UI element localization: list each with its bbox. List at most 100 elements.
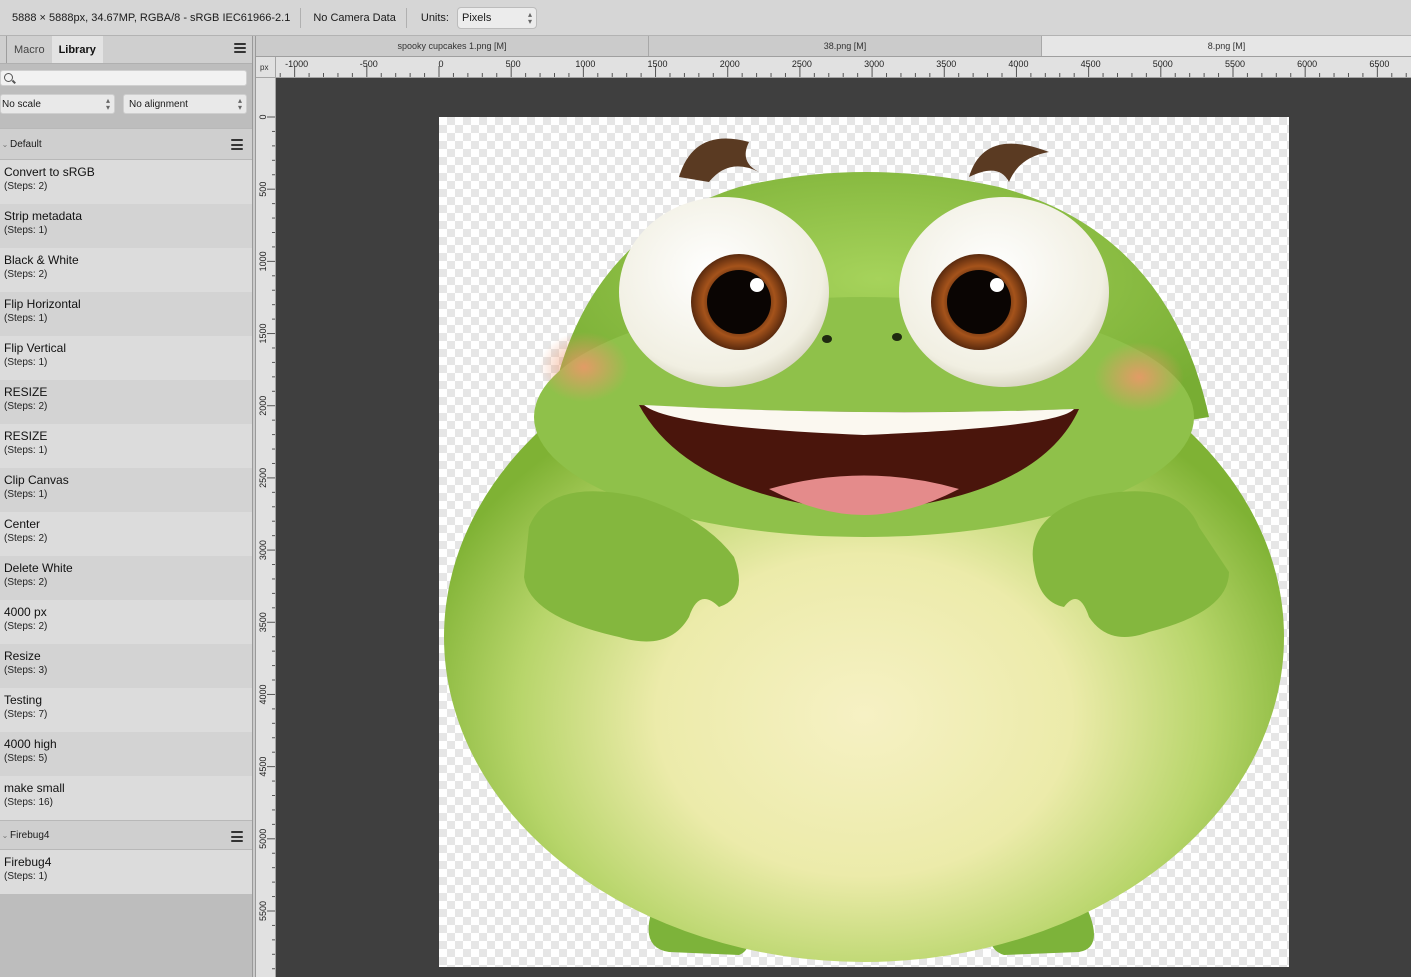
chevron-down-icon[interactable]: ⌄: [0, 831, 10, 840]
ruler-label: 3000: [258, 540, 268, 560]
macro-name: Clip Canvas: [4, 473, 69, 487]
ruler-label: -1000: [285, 59, 308, 69]
ruler-label: 1000: [575, 59, 595, 69]
units-select[interactable]: Pixels ▴ ▾: [457, 6, 537, 29]
macro-item[interactable]: 4000 high (Steps: 5): [0, 732, 252, 776]
ruler-label: 1000: [258, 251, 268, 271]
macro-name: Resize: [4, 649, 41, 663]
macro-item[interactable]: Testing (Steps: 7): [0, 688, 252, 732]
image-canvas[interactable]: [439, 117, 1289, 967]
right-hair-tuft: [969, 143, 1049, 182]
updown-chevron-icon: ▴ ▾: [527, 9, 532, 26]
tab-macro[interactable]: Macro: [7, 36, 52, 63]
macro-name: Flip Vertical: [4, 341, 67, 355]
document-tab[interactable]: 38.png [M]: [649, 36, 1042, 56]
left-hair-tuft: [679, 138, 759, 182]
panel-tab-edge: [0, 36, 7, 63]
macro-item[interactable]: make small (Steps: 16): [0, 776, 252, 820]
ruler-label: 4000: [1008, 59, 1028, 69]
panel-dropdowns: No scale ▴ ▾ No alignment ▴ ▾: [0, 94, 252, 114]
macro-steps: (Steps: 1): [4, 445, 48, 456]
macro-item[interactable]: Black & White (Steps: 2): [0, 248, 252, 292]
left-eye-highlight: [750, 278, 764, 292]
ruler-label: 1500: [648, 59, 668, 69]
ruler-label: 2000: [258, 396, 268, 416]
right-cheek: [1094, 342, 1184, 412]
macro-name: Firebug4: [4, 855, 52, 869]
ruler-unit[interactable]: px: [256, 57, 276, 78]
horizontal-ruler[interactable]: -1000 -500 0 500 1000 1500 2000 2500 3000 3500 400…: [276, 57, 1411, 78]
ruler-label: 5000: [258, 829, 268, 849]
updown-chevron-icon: ▴ ▾: [237, 96, 242, 112]
macro-name: Black & White: [4, 253, 79, 267]
document-tab[interactable]: spooky cupcakes 1.png [M]: [256, 36, 649, 56]
document-tabs: spooky cupcakes 1.png [M] 38.png [M] 8.p…: [256, 36, 1411, 57]
frog-character-image: [444, 138, 1284, 962]
macro-item[interactable]: Convert to sRGB (Steps: 2): [0, 160, 252, 204]
scale-value: No scale: [2, 98, 41, 110]
tab-library[interactable]: Library: [51, 36, 103, 63]
library-panel: Macro Library No scale ▴ ▾ No alignment ▴…: [0, 36, 252, 977]
canvas-area[interactable]: [276, 78, 1411, 977]
ruler-label: 5500: [258, 901, 268, 921]
macro-name: Convert to sRGB: [4, 165, 95, 179]
vertical-ruler[interactable]: 0 500 1000 1500 2000 2500 3000 3500 4000 4500 5000…: [256, 78, 276, 977]
macro-steps: (Steps: 2): [4, 577, 48, 588]
macro-item[interactable]: Delete White (Steps: 2): [0, 556, 252, 600]
macro-name: 4000 px: [4, 605, 47, 619]
vertical-ruler-ticks: 0 500 1000 1500 2000 2500 3000 3500 4000 4500 5000…: [258, 114, 275, 970]
macro-steps: (Steps: 1): [4, 313, 48, 324]
ruler-label: 3500: [936, 59, 956, 69]
ruler-label: 500: [506, 59, 521, 69]
macro-name: Delete White: [4, 561, 73, 575]
ruler-label: 4500: [1081, 59, 1101, 69]
group-title: Firebug4: [10, 829, 50, 841]
macro-name: RESIZE: [4, 429, 48, 443]
units-label: Units:: [420, 11, 449, 24]
macro-item[interactable]: Flip Horizontal (Steps: 1): [0, 292, 252, 336]
alignment-value: No alignment: [129, 98, 188, 110]
macro-item[interactable]: Clip Canvas (Steps: 1): [0, 468, 252, 512]
macro-list-default: Convert to sRGB (Steps: 2) Strip metadata…: [0, 160, 252, 820]
group-header-firebug4[interactable]: ⌄ Firebug4: [0, 820, 252, 850]
ruler-label: 0: [258, 114, 268, 119]
macro-steps: (Steps: 7): [4, 709, 48, 720]
camera-data: No Camera Data: [313, 11, 396, 24]
macro-steps: (Steps: 5): [4, 753, 48, 764]
macro-item[interactable]: 4000 px (Steps: 2): [0, 600, 252, 644]
macro-item[interactable]: Flip Vertical (Steps: 1): [0, 336, 252, 380]
horizontal-ruler-ticks: -1000 -500 0 500 1000 1500 2000 2500 3000 3500 400…: [279, 59, 1407, 77]
ruler-label: 6000: [1297, 59, 1317, 69]
macro-item[interactable]: Center (Steps: 2): [0, 512, 252, 556]
ruler-label: 1500: [258, 324, 268, 344]
document-tab-active[interactable]: 8.png [M]: [1042, 36, 1411, 56]
group-header-default[interactable]: ⌄ Default: [0, 128, 252, 160]
left-nostril: [822, 335, 832, 343]
macro-name: 4000 high: [4, 737, 57, 751]
ruler-label: 2000: [720, 59, 740, 69]
ruler-label: 5500: [1225, 59, 1245, 69]
context-toolbar: 5888 × 5888px, 34.67MP, RGBA/8 - sRGB IE…: [0, 0, 1411, 36]
library-search-input[interactable]: [0, 70, 247, 86]
macro-item[interactable]: Resize (Steps: 3): [0, 644, 252, 688]
panel-menu-icon[interactable]: [234, 42, 246, 54]
group-menu-icon[interactable]: [231, 831, 243, 842]
ruler-label: 0: [438, 59, 443, 69]
group-menu-icon[interactable]: [231, 139, 243, 150]
macro-steps: (Steps: 2): [4, 181, 48, 192]
macro-item[interactable]: RESIZE (Steps: 2): [0, 380, 252, 424]
macro-item[interactable]: Firebug4 (Steps: 1): [0, 850, 252, 894]
macro-item[interactable]: RESIZE (Steps: 1): [0, 424, 252, 468]
ruler-label: 3000: [864, 59, 884, 69]
macro-steps: (Steps: 2): [4, 533, 48, 544]
macro-steps: (Steps: 1): [4, 489, 48, 500]
chevron-down-icon[interactable]: ⌄: [0, 140, 10, 149]
ruler-label: 5000: [1153, 59, 1173, 69]
alignment-dropdown[interactable]: No alignment ▴ ▾: [123, 94, 247, 114]
macro-item[interactable]: Strip metadata (Steps: 1): [0, 204, 252, 248]
updown-chevron-icon: ▴ ▾: [105, 96, 110, 112]
macro-name: Flip Horizontal: [4, 297, 81, 311]
scale-dropdown[interactable]: No scale ▴ ▾: [0, 94, 115, 114]
ruler-label: 4500: [258, 757, 268, 777]
macro-name: Strip metadata: [4, 209, 83, 223]
